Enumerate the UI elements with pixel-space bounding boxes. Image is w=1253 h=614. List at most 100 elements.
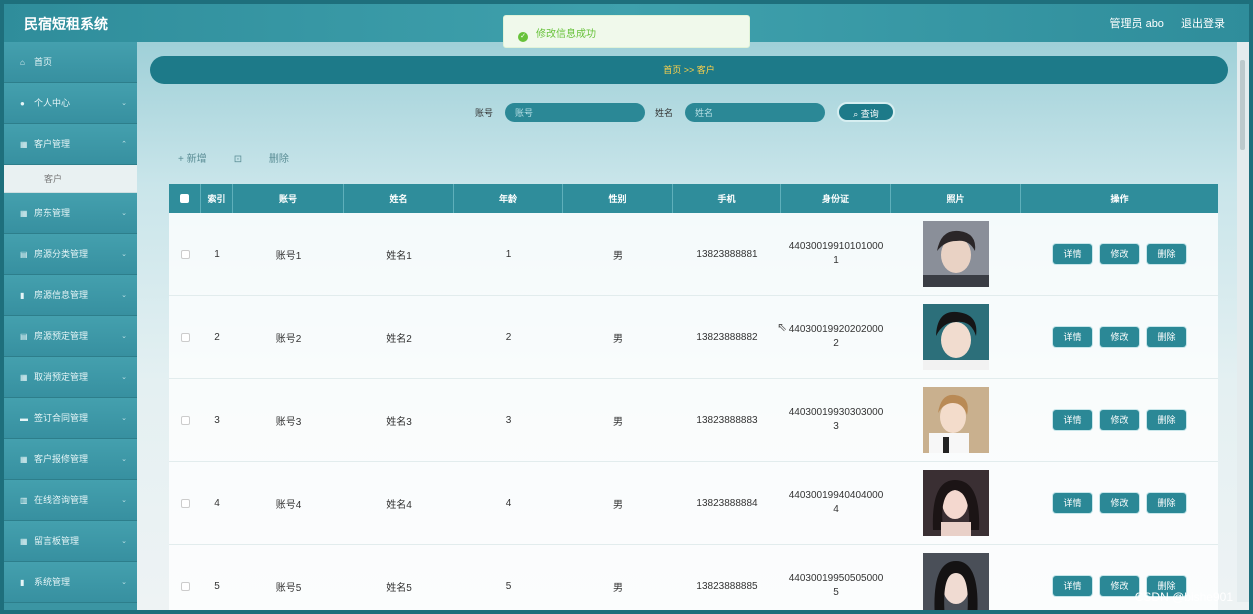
sidebar-item-landlords[interactable]: ▦ 房东管理 ⌄ [4,193,137,234]
detail-button[interactable]: 详情 [1053,493,1092,513]
sidebar: ⌂ 首页 ● 个人中心 ⌄ ▦ 客户管理 ⌃ 客户 ▦ 房东管理 ⌄ ▤ 房源分类管理 ⌄ ▮ 房源… [4,42,137,610]
logout-link[interactable]: 退出登录 [1181,18,1225,30]
row-checkbox[interactable] [180,415,190,425]
cell-idcard: 440300199505050005 [788,573,884,598]
header-phone: 手机 [673,184,781,213]
cell-index: 3 [214,414,220,426]
sidebar-item-system[interactable]: ▮ 系统管理 ⌄ [4,562,137,603]
customer-photo[interactable] [923,304,989,370]
cell-idcard: 440300199404040004 [788,490,884,515]
customer-photo[interactable] [923,387,989,453]
detail-button[interactable]: 详情 [1053,327,1092,347]
sidebar-item-customers[interactable]: ▦ 客户管理 ⌃ [4,124,137,165]
name-search-input[interactable] [685,103,825,122]
header-index: 索引 [201,184,233,213]
mouse-cursor-icon: ⇖ [777,320,788,334]
row-checkbox[interactable] [180,249,190,259]
sidebar-item-messages[interactable]: ▦ 留言板管理 ⌄ [4,521,137,562]
edit-button[interactable]: 修改 [1100,244,1139,264]
chevron-down-icon: ⌄ [121,100,127,107]
chevron-down-icon: ⌄ [121,210,127,217]
cell-idcard: 440300199202020002 [788,324,884,349]
edit-button[interactable]: 修改 [1100,327,1139,347]
cell-account: 账号5 [275,582,302,594]
cell-age: 2 [505,331,512,343]
table-row: 3 账号3 姓名3 3 男 13823888883 44030019930303… [169,379,1218,462]
sidebar-item-room-categories[interactable]: ▤ 房源分类管理 ⌄ [4,234,137,275]
chevron-down-icon: ⌄ [121,456,127,463]
chevron-down-icon: ⌄ [121,374,127,381]
batch-delete-button[interactable]: ⊡ 删除 [234,154,313,165]
search-button[interactable]: ⌕ 查询 [837,102,895,122]
detail-button[interactable]: 详情 [1053,576,1092,596]
edit-button[interactable]: 修改 [1100,493,1139,513]
cell-index: 2 [214,331,220,343]
doc-icon: ▤ [20,250,28,259]
chevron-down-icon: ⌄ [121,415,127,422]
cell-gender: 男 [613,582,623,594]
add-button[interactable]: + 新增 [178,154,207,165]
delete-button[interactable]: 删除 [1147,493,1186,513]
table-header: 索引 账号 姓名 年龄 性别 手机 身份证 照片 操作 [169,184,1218,213]
cell-age: 4 [505,497,512,509]
detail-button[interactable]: 详情 [1053,410,1092,430]
app-title: 民宿短租系统 [24,16,108,32]
sidebar-subitem-customer[interactable]: 客户 [4,165,137,193]
chevron-down-icon: ⌄ [121,497,127,504]
scrollbar[interactable] [1237,42,1249,602]
table-row: 5 账号5 姓名5 5 男 13823888885 44030019950505… [169,545,1218,610]
detail-button[interactable]: 详情 [1053,244,1092,264]
chevron-down-icon: ⌄ [121,251,127,258]
delete-button[interactable]: 删除 [1147,410,1186,430]
cell-gender: 男 [613,499,623,511]
header-gender: 性别 [563,184,673,213]
sidebar-item-cancellations[interactable]: ▦ 取消预定管理 ⌄ [4,357,137,398]
cell-index: 4 [214,497,220,509]
customer-photo[interactable] [923,470,989,536]
grid-icon: ▦ [20,373,28,382]
header-name: 姓名 [344,184,454,213]
cell-gender: 男 [613,416,623,428]
select-all-checkbox[interactable] [180,194,189,203]
sidebar-item-contracts[interactable]: ▬ 签订合同管理 ⌄ [4,398,137,439]
customer-photo[interactable] [923,221,989,287]
chevron-down-icon: ⌄ [121,579,127,586]
name-label: 姓名 [655,108,674,118]
cell-phone: 13823888882 [696,331,758,343]
row-checkbox[interactable] [180,332,190,342]
current-user[interactable]: 管理员 abo [1110,18,1164,30]
search-bar: 账号 姓名 ⌕ 查询 [137,100,1249,124]
doc-icon: ▤ [20,332,28,341]
account-search-input[interactable] [505,103,645,122]
scrollbar-thumb[interactable] [1240,60,1245,150]
header-age: 年龄 [454,184,563,213]
breadcrumb: 首页 >> 客户 [150,56,1228,84]
row-checkbox[interactable] [180,581,190,591]
cell-age: 1 [505,248,512,260]
account-label: 账号 [475,108,494,118]
cell-gender: 男 [613,250,623,262]
cell-phone: 13823888881 [696,248,758,260]
sidebar-item-home[interactable]: ⌂ 首页 [4,42,137,83]
table-row: 1 账号1 姓名1 1 男 13823888881 44030019910101… [169,213,1218,296]
sidebar-item-bookings[interactable]: ▤ 房源预定管理 ⌄ [4,316,137,357]
sidebar-item-repairs[interactable]: ▦ 客户报修管理 ⌄ [4,439,137,480]
grid-icon: ▦ [20,455,28,464]
cell-idcard: 440300199303030003 [788,407,884,432]
cell-idcard: 440300199101010001 [788,241,884,266]
sidebar-item-consultation[interactable]: ▥ 在线咨询管理 ⌄ [4,480,137,521]
watermark: CSDN @bishe901 [1134,590,1233,604]
edit-button[interactable]: 修改 [1100,410,1139,430]
sidebar-item-room-info[interactable]: ▮ 房源信息管理 ⌄ [4,275,137,316]
edit-button[interactable]: 修改 [1100,576,1139,596]
grid-icon: ▦ [20,140,28,149]
table-actions: + 新增 ⊡ 删除 [178,150,337,165]
delete-button[interactable]: 删除 [1147,244,1186,264]
main-content: 首页 >> 客户 账号 姓名 ⌕ 查询 + 新增 ⊡ 删除 索引 账号 姓名 年… [137,42,1249,610]
sidebar-item-profile[interactable]: ● 个人中心 ⌄ [4,83,137,124]
customer-photo[interactable] [923,553,989,610]
user-icon: ● [20,99,25,108]
delete-button[interactable]: 删除 [1147,327,1186,347]
lock-icon: ▮ [20,578,25,587]
row-checkbox[interactable] [180,498,190,508]
